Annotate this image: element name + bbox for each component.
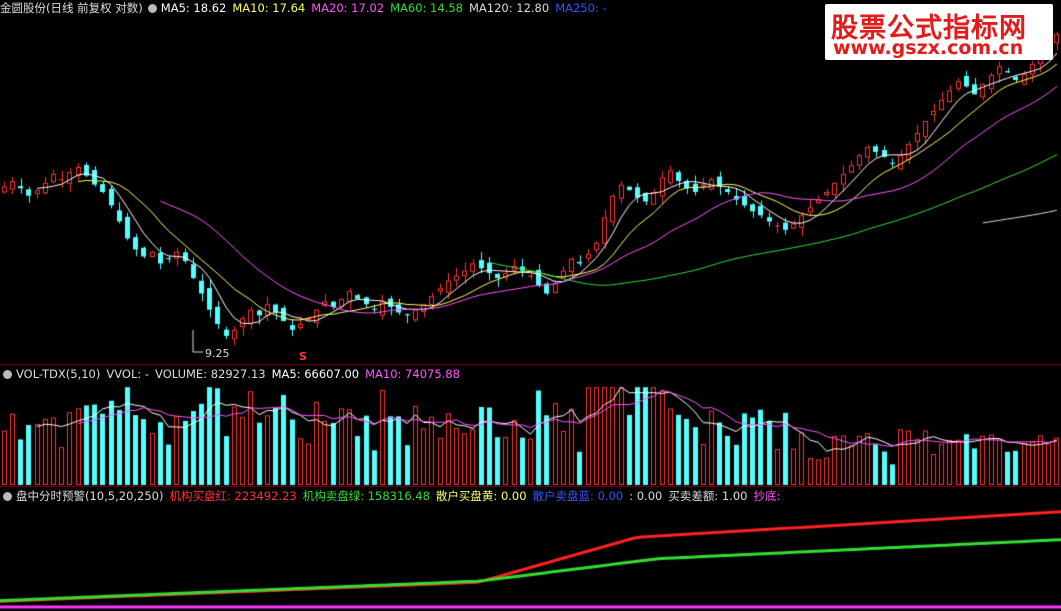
alert-legend-item: 机构卖盘绿: 158316.48: [302, 489, 430, 503]
vol-ma5-label: MA5: 66607.00: [271, 367, 360, 381]
alert-legend-item: 散户买盘黄: 0.00: [435, 489, 527, 503]
alert-legend-item: 机构买盘红: 223492.23: [169, 489, 297, 503]
watermark-logo: 股票公式指标网 www.gszx.com.cn: [825, 4, 1053, 60]
alert-legend: 机构买盘红: 223492.23 机构卖盘绿: 158316.48 散户买盘黄: 0…: [169, 489, 786, 503]
ma-legend-item: MA20: 17.02: [311, 1, 385, 15]
stock-chart-canvas: [0, 0, 1061, 611]
sell-signal-mark: S: [299, 350, 307, 363]
ma-legend-item: MA10: 17.64: [232, 1, 306, 15]
alert-legend-item: 散户卖盘蓝: 0.00: [532, 489, 624, 503]
alert-panel-header: 盘中分时预警(10,5,20,250) 机构买盘红: 223492.23 机构卖盘绿…: [0, 488, 792, 504]
low-price-label: 9.25: [205, 347, 230, 360]
vol-ma10-label: MA10: 74075.88: [365, 367, 460, 381]
watermark-url: www.gszx.com.cn: [833, 37, 1024, 59]
ma-legend-item: MA250: -: [555, 1, 607, 15]
vol-title: VOL-TDX(5,10): [16, 367, 101, 381]
volume-label: VOLUME: 82927.13: [155, 367, 266, 381]
ma-legend-item: MA120: 12.80: [468, 1, 550, 15]
gear-icon[interactable]: [147, 4, 157, 13]
volume-panel-header: VOL-TDX(5,10) VVOL: - VOLUME: 82927.13 MA5:…: [0, 366, 466, 382]
ma-legend-item: MA5: 18.62: [160, 1, 227, 15]
price-panel-header: 金圆股份(日线 前复权 对数) MA5: 18.62 MA10: 17.64 MA20…: [0, 0, 619, 16]
alert-legend-item: 抄底:: [753, 489, 781, 503]
ma-legend: MA5: 18.62 MA10: 17.64 MA20: 17.02 MA60: 14…: [161, 1, 613, 15]
alert-title: 盘中分时预警(10,5,20,250): [16, 489, 164, 503]
alert-legend-item: 买卖差额: 1.00: [668, 489, 748, 503]
stock-title: 金圆股份(日线 前复权 对数): [0, 1, 143, 15]
vvol-label: VVOL: -: [106, 367, 150, 381]
ma-legend-item: MA60: 14.58: [390, 1, 463, 15]
alert-legend-item: : 0.00: [629, 489, 663, 503]
gear-icon[interactable]: [3, 492, 12, 501]
gear-icon[interactable]: [3, 370, 12, 379]
